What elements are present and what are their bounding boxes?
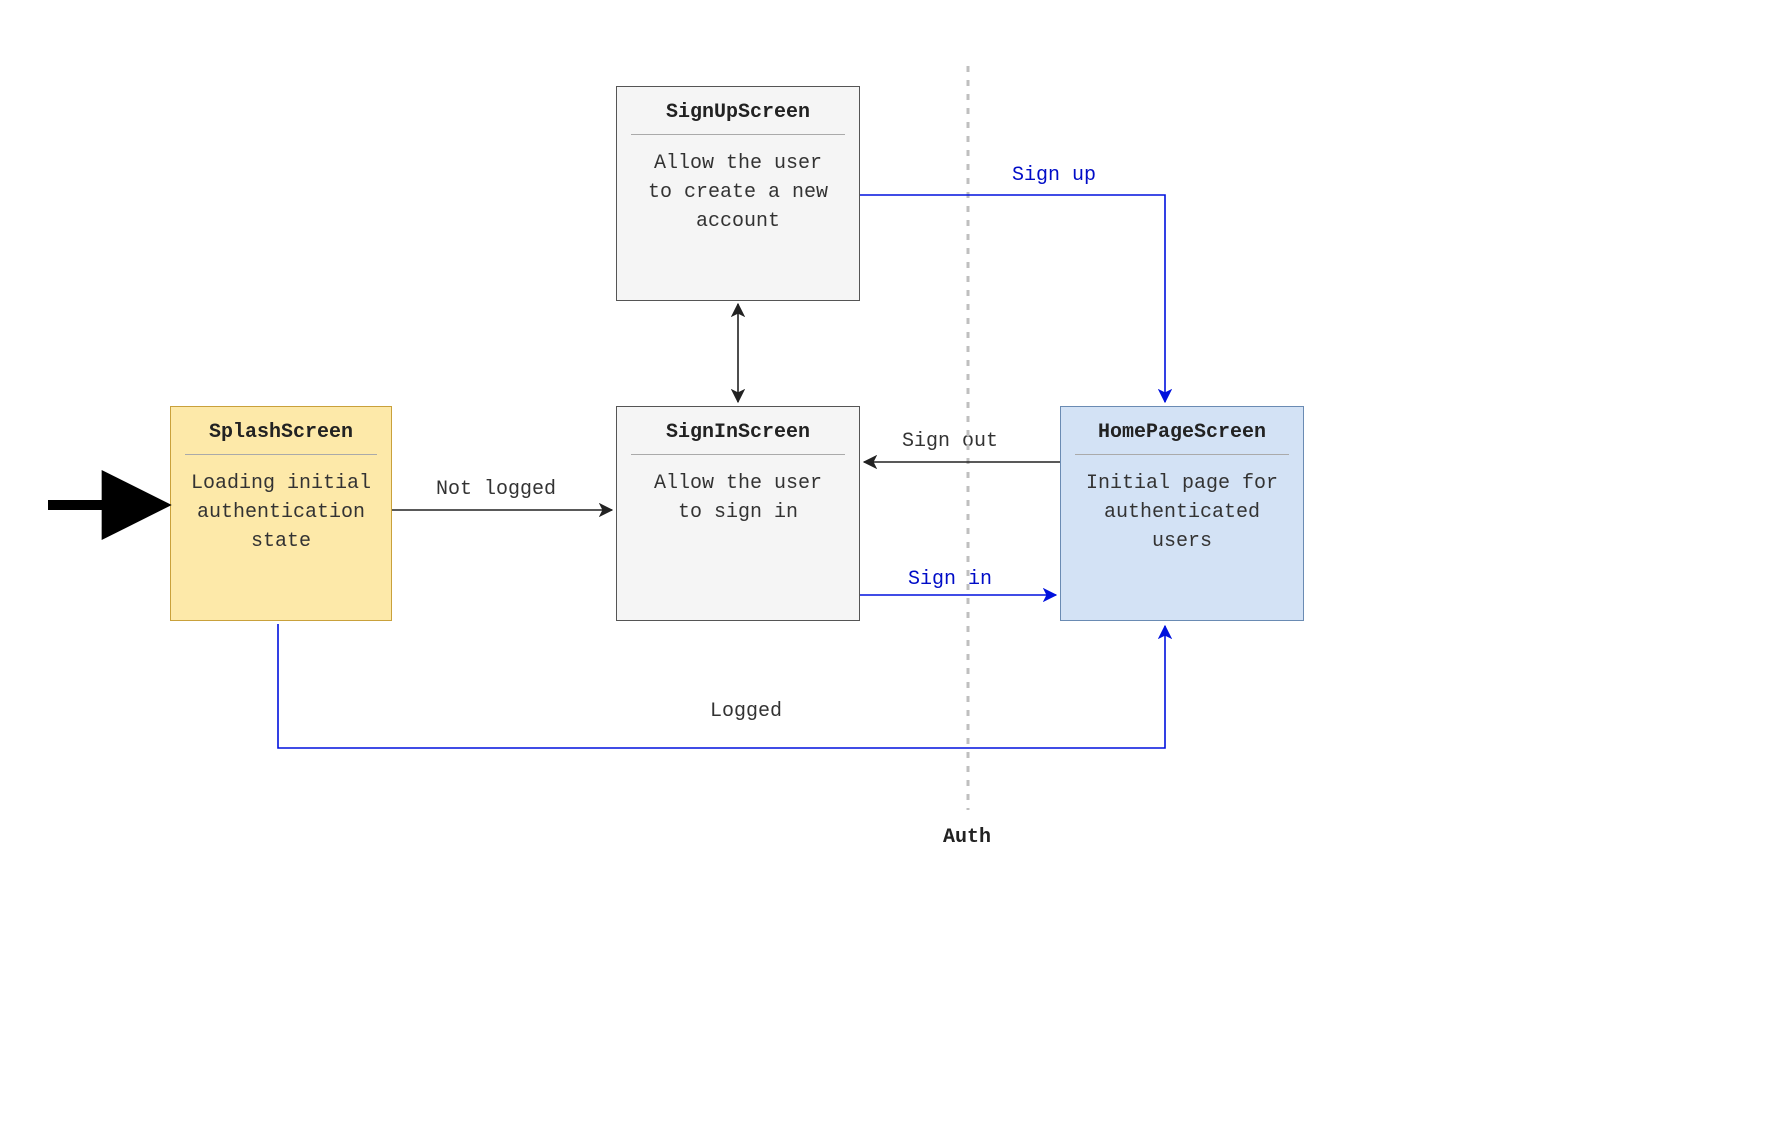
edge-label-sign-up: Sign up: [1010, 164, 1098, 187]
node-description: Loading initial authentication state: [171, 455, 391, 556]
node-splash-screen: SplashScreen Loading initial authenticat…: [170, 406, 392, 621]
node-title: HomePageScreen: [1061, 407, 1303, 454]
section-label-auth: Auth: [943, 826, 991, 849]
node-title: SplashScreen: [171, 407, 391, 454]
node-homepage-screen: HomePageScreen Initial page for authenti…: [1060, 406, 1304, 621]
node-title: SignUpScreen: [617, 87, 859, 134]
edge-label-logged: Logged: [708, 700, 784, 723]
edge-label-not-logged: Not logged: [434, 478, 558, 501]
node-description: Allow the user to create a new account: [617, 135, 859, 236]
edge-logged: [278, 624, 1165, 748]
node-signup-screen: SignUpScreen Allow the user to create a …: [616, 86, 860, 301]
node-signin-screen: SignInScreen Allow the user to sign in: [616, 406, 860, 621]
edge-sign-up: [860, 195, 1165, 402]
edge-label-sign-in: Sign in: [906, 568, 994, 591]
diagram-canvas: SplashScreen Loading initial authenticat…: [0, 0, 1780, 1136]
edge-label-sign-out: Sign out: [900, 430, 1000, 453]
node-description: Initial page for authenticated users: [1061, 455, 1303, 556]
node-description: Allow the user to sign in: [617, 455, 859, 527]
node-title: SignInScreen: [617, 407, 859, 454]
